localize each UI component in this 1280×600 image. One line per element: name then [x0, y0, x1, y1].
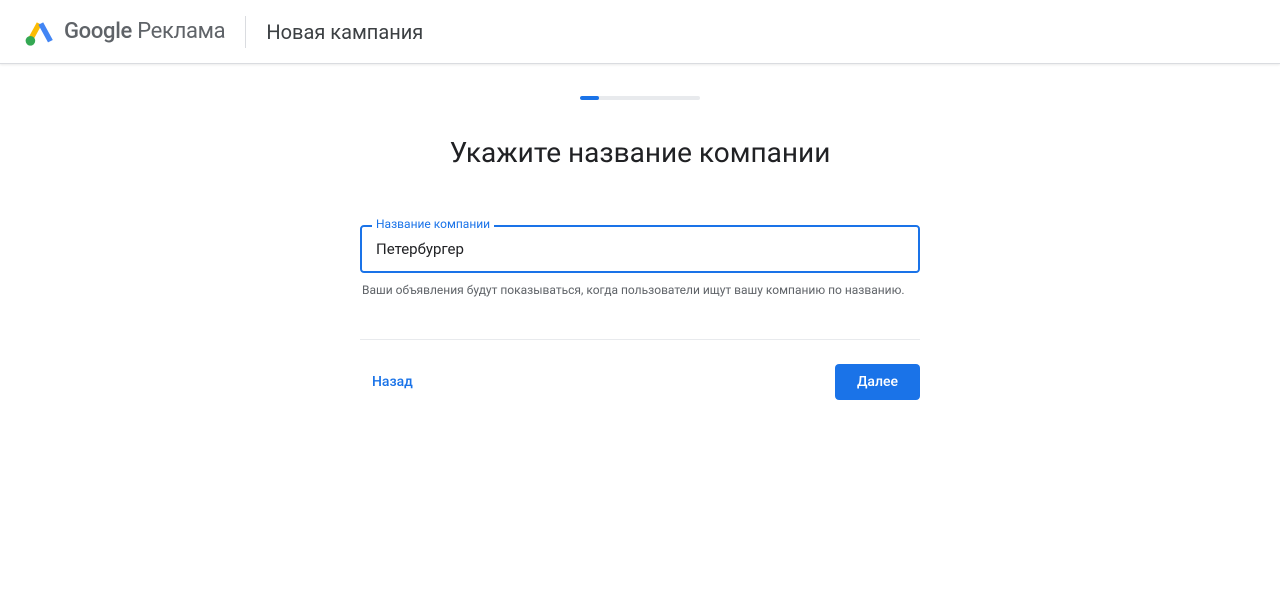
button-row: Назад Далее: [360, 364, 920, 400]
logo-section: Google Реклама: [24, 16, 225, 48]
company-name-label: Название компании: [372, 217, 494, 231]
page-title: Новая кампания: [266, 20, 423, 44]
company-name-field-wrapper: Название компании: [360, 225, 920, 273]
google-ads-logo-icon: [24, 16, 56, 48]
back-button[interactable]: Назад: [360, 366, 425, 398]
section-divider: [360, 339, 920, 340]
brand-product: Реклама: [137, 19, 225, 44]
brand-text: Google Реклама: [64, 19, 225, 44]
next-button[interactable]: Далее: [835, 364, 920, 400]
progress-fill: [580, 96, 599, 100]
company-name-help-text: Ваши объявления будут показываться, когд…: [360, 281, 920, 299]
brand-google: Google: [64, 19, 132, 44]
company-name-input[interactable]: [360, 225, 920, 273]
page-heading: Укажите название компании: [450, 136, 831, 169]
form-area: Название компании Ваши объявления будут …: [360, 225, 920, 299]
app-header: Google Реклама Новая кампания: [0, 0, 1280, 64]
progress-bar: [580, 96, 700, 100]
main-content: Укажите название компании Название компа…: [0, 64, 1280, 400]
header-divider: [245, 16, 246, 48]
